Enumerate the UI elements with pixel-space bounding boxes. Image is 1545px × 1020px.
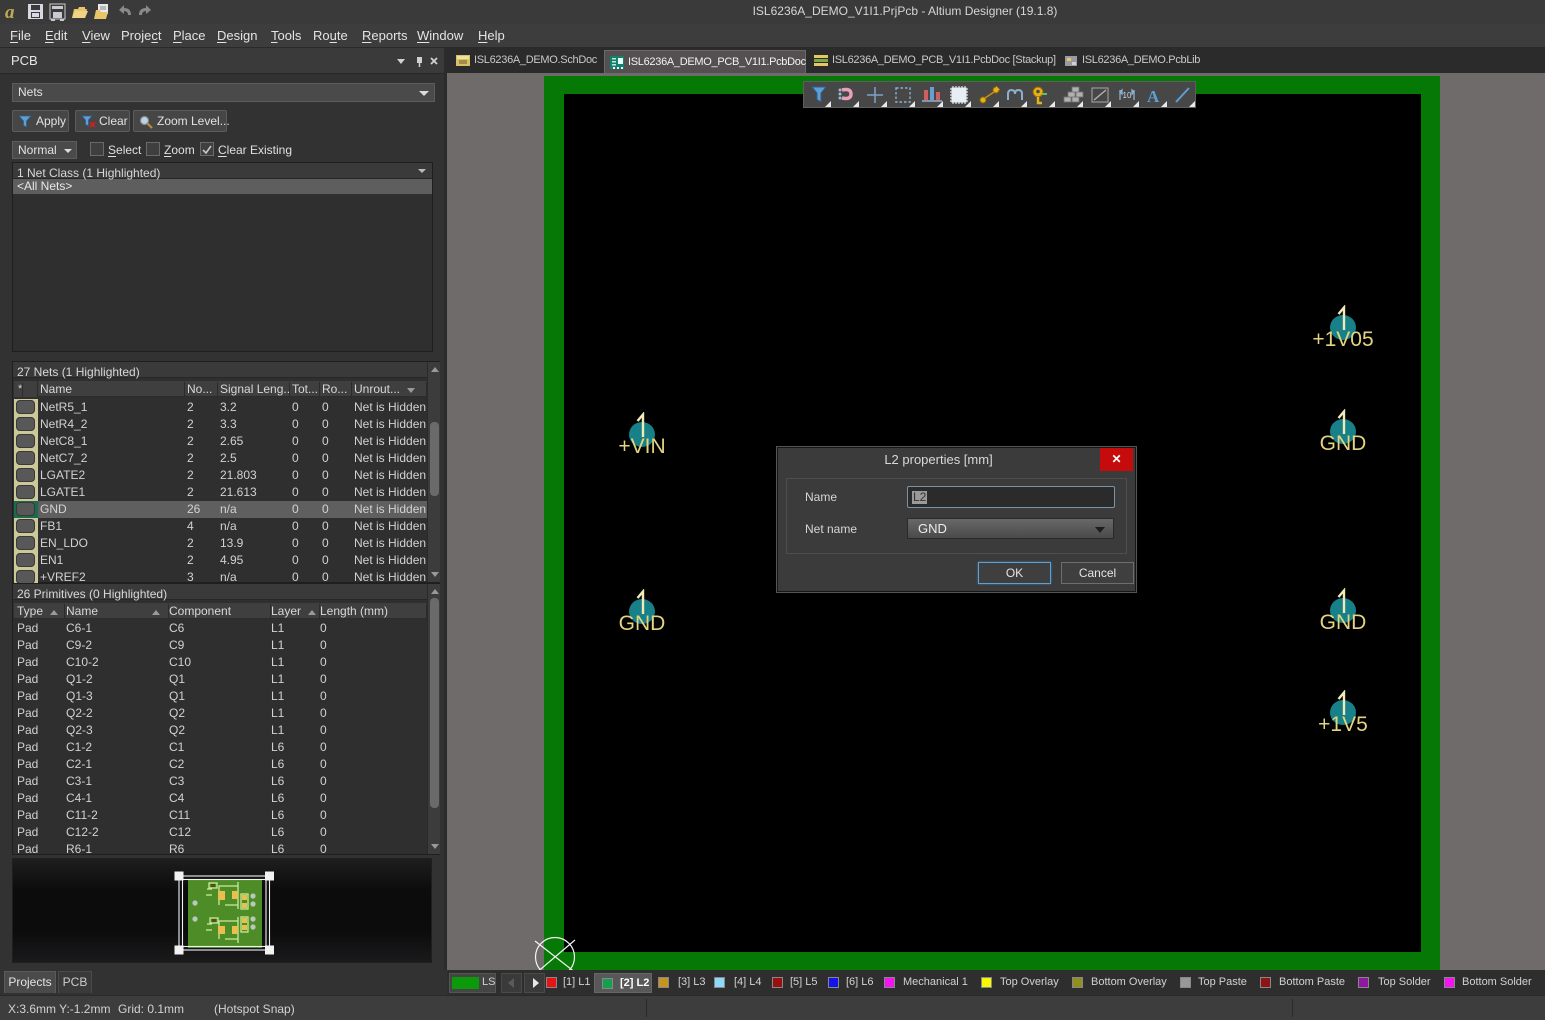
svg-text:a: a bbox=[5, 2, 15, 22]
svg-text:A: A bbox=[1147, 87, 1160, 106]
svg-text:10: 10 bbox=[1123, 91, 1132, 100]
